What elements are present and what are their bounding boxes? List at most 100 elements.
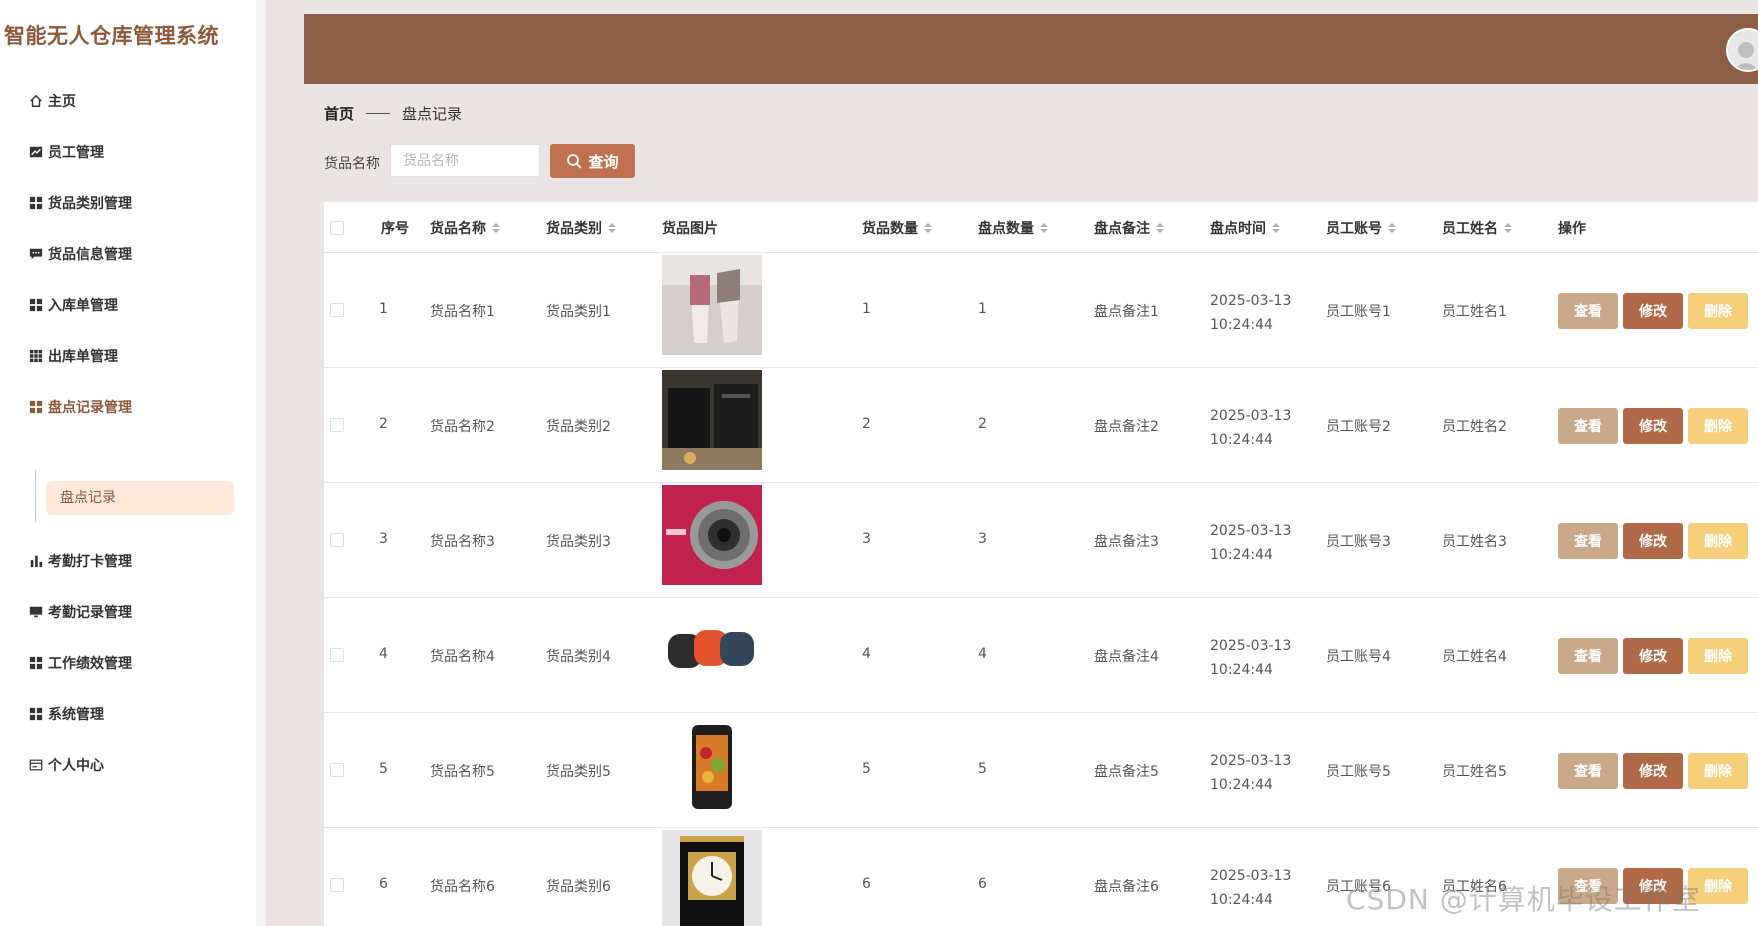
header-name[interactable]: 货品名称: [430, 218, 500, 238]
view-button[interactable]: 查看: [1558, 408, 1618, 444]
breadcrumb: 首页 盘点记录: [324, 103, 462, 124]
cell-time: 2025-03-13 10:24:44: [1210, 293, 1292, 333]
cell-account: 员工账号5: [1326, 764, 1391, 780]
header-time[interactable]: 盘点时间: [1210, 218, 1280, 238]
sidebar-item-attendance-punch[interactable]: 考勤打卡管理: [28, 551, 132, 571]
cell-category: 货品类别1: [546, 304, 611, 320]
sidebar-item-goods-info[interactable]: 货品信息管理: [28, 244, 132, 264]
edit-button[interactable]: 修改: [1623, 638, 1683, 674]
search-icon: [567, 154, 583, 169]
sidebar-item-label: 盘点记录管理: [48, 400, 132, 416]
cell-quantity: 1: [862, 301, 871, 317]
delete-button[interactable]: 删除: [1688, 523, 1748, 559]
delete-button[interactable]: 删除: [1688, 408, 1748, 444]
goods-image[interactable]: [662, 370, 762, 470]
cell-quantity: 2: [862, 416, 871, 432]
sort-icon[interactable]: [924, 223, 932, 233]
header-staff[interactable]: 员工姓名: [1442, 218, 1512, 238]
sort-icon[interactable]: [1156, 223, 1164, 233]
cell-account: 员工账号1: [1326, 304, 1391, 320]
home-icon: [28, 93, 44, 109]
monitor-icon: [28, 604, 44, 620]
cell-name: 货品名称6: [430, 879, 495, 895]
bar-chart-icon: [28, 553, 44, 569]
sort-icon[interactable]: [492, 223, 500, 233]
sidebar-item-label: 考勤记录管理: [48, 605, 132, 621]
sidebar-item-attendance-records[interactable]: 考勤记录管理: [28, 602, 132, 622]
breadcrumb-home[interactable]: 首页: [324, 103, 354, 124]
grid-icon: [28, 399, 44, 415]
sidebar-item-performance[interactable]: 工作绩效管理: [28, 653, 132, 673]
select-all-checkbox[interactable]: [330, 221, 344, 235]
edit-button[interactable]: 修改: [1623, 293, 1683, 329]
goods-image[interactable]: [662, 715, 762, 815]
sidebar-item-profile[interactable]: 个人中心: [28, 755, 104, 775]
cell-remark: 盘点备注3: [1094, 534, 1159, 550]
row-checkbox[interactable]: [330, 878, 344, 892]
cell-counted: 1: [978, 301, 987, 317]
view-button[interactable]: 查看: [1558, 638, 1618, 674]
cell-account: 员工账号4: [1326, 649, 1391, 665]
sidebar-item-home[interactable]: 主页: [28, 91, 76, 111]
goods-image[interactable]: [662, 600, 762, 700]
avatar[interactable]: [1726, 28, 1758, 72]
goods-image[interactable]: [662, 830, 762, 926]
header-category[interactable]: 货品类别: [546, 218, 616, 238]
delete-button[interactable]: 删除: [1688, 293, 1748, 329]
view-button[interactable]: 查看: [1558, 753, 1618, 789]
cell-quantity: 6: [862, 876, 871, 892]
sidebar-item-label: 员工管理: [48, 145, 104, 161]
search-button-label: 查询: [588, 152, 619, 171]
cell-index: 4: [379, 646, 388, 662]
edit-button[interactable]: 修改: [1623, 408, 1683, 444]
edit-button[interactable]: 修改: [1623, 753, 1683, 789]
goods-image[interactable]: [662, 485, 762, 585]
cell-name: 货品名称5: [430, 764, 495, 780]
row-checkbox[interactable]: [330, 648, 344, 662]
sidebar-item-inbound[interactable]: 入库单管理: [28, 295, 118, 315]
submenu-item-inventory-records[interactable]: 盘点记录: [46, 481, 234, 515]
sort-icon[interactable]: [1040, 223, 1048, 233]
header-account[interactable]: 员工账号: [1326, 218, 1396, 238]
goods-image[interactable]: [662, 255, 762, 355]
sidebar-item-system[interactable]: 系统管理: [28, 704, 104, 724]
view-button[interactable]: 查看: [1558, 523, 1618, 559]
sort-icon[interactable]: [1504, 223, 1512, 233]
delete-button[interactable]: 删除: [1688, 638, 1748, 674]
cell-counted: 3: [978, 531, 987, 547]
cell-time: 2025-03-13 10:24:44: [1210, 638, 1292, 678]
sidebar-item-inventory-check[interactable]: 盘点记录管理: [28, 397, 132, 417]
row-checkbox[interactable]: [330, 303, 344, 317]
cell-category: 货品类别3: [546, 534, 611, 550]
header-counted[interactable]: 盘点数量: [978, 218, 1048, 238]
header-image: 货品图片: [662, 221, 718, 237]
row-checkbox[interactable]: [330, 533, 344, 547]
cell-index: 1: [379, 301, 388, 317]
sidebar: 智能无人仓库管理系统 主页 员工管理 货品类别管理 货品信息管理 入库单管理 出…: [0, 0, 256, 926]
delete-button[interactable]: 删除: [1688, 753, 1748, 789]
grid-icon: [28, 655, 44, 671]
cell-category: 货品类别4: [546, 649, 611, 665]
sort-icon[interactable]: [1272, 223, 1280, 233]
sort-icon[interactable]: [1388, 223, 1396, 233]
cell-staff: 员工姓名5: [1442, 764, 1507, 780]
chart-icon: [28, 144, 44, 160]
sidebar-item-label: 考勤打卡管理: [48, 554, 132, 570]
edit-button[interactable]: 修改: [1623, 523, 1683, 559]
row-checkbox[interactable]: [330, 763, 344, 777]
header-quantity[interactable]: 货品数量: [862, 218, 932, 238]
header-remark[interactable]: 盘点备注: [1094, 218, 1164, 238]
view-button[interactable]: 查看: [1558, 293, 1618, 329]
sidebar-item-goods-category[interactable]: 货品类别管理: [28, 193, 132, 213]
row-checkbox[interactable]: [330, 418, 344, 432]
search-button[interactable]: 查询: [550, 144, 635, 178]
app-title: 智能无人仓库管理系统: [4, 24, 219, 48]
sidebar-item-outbound[interactable]: 出库单管理: [28, 346, 118, 366]
sort-icon[interactable]: [608, 223, 616, 233]
search-input[interactable]: [390, 144, 540, 177]
top-header: [304, 14, 1758, 84]
sidebar-item-label: 系统管理: [48, 707, 104, 723]
cell-counted: 2: [978, 416, 987, 432]
sidebar-item-staff[interactable]: 员工管理: [28, 142, 104, 162]
cell-time: 2025-03-13 10:24:44: [1210, 868, 1292, 908]
